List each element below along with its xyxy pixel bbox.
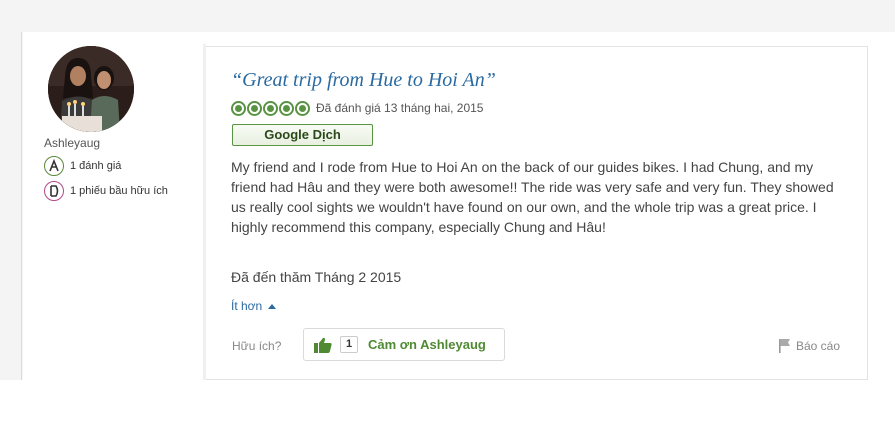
thanks-count: 1 xyxy=(340,336,358,353)
rating-date: Đã đánh giá 13 tháng hai, 2015 xyxy=(316,101,484,115)
caret-up-icon xyxy=(268,303,277,309)
rating-bubble-icon xyxy=(231,100,246,116)
username[interactable]: Ashleyaug xyxy=(44,135,204,151)
rating-bubble-icon xyxy=(279,100,294,116)
review-badge-icon xyxy=(44,156,64,176)
helpful-vote-badge-icon xyxy=(44,181,64,201)
flag-icon xyxy=(779,339,790,353)
show-less-link[interactable]: Ít hơn xyxy=(231,299,277,313)
report-label: Báo cáo xyxy=(796,338,841,353)
left-gutter xyxy=(0,32,22,380)
review-count-text: 1 đánh giá xyxy=(70,160,122,172)
thank-reviewer-button[interactable]: 1 Cảm ơn Ashleyaug xyxy=(303,328,505,361)
helpful-votes-text: 1 phiếu bầu hữu ích xyxy=(70,185,168,197)
show-less-label: Ít hơn xyxy=(231,299,263,313)
rating-bubble-icon xyxy=(247,100,262,116)
rating-row: Đã đánh giá 13 tháng hai, 2015 xyxy=(231,100,483,116)
review-body: My friend and I rode from Hue to Hoi An … xyxy=(231,159,834,235)
member-info: Ashleyaug 1 đánh giá 1 phiếu bầu hữu ích xyxy=(44,46,204,201)
visit-date: Đã đến thăm Tháng 2 2015 xyxy=(231,269,402,285)
avatar[interactable] xyxy=(48,46,134,132)
helpful-label: Hữu ích? xyxy=(232,339,282,353)
review-title[interactable]: “Great trip from Hue to Hoi An” xyxy=(231,69,496,92)
thumbs-up-icon xyxy=(314,337,332,353)
rating-bubble-icon xyxy=(295,100,310,116)
rating-bubble-icon xyxy=(263,100,278,116)
rating-bubbles xyxy=(231,100,311,116)
review-count-badge: 1 đánh giá xyxy=(44,156,204,176)
report-link[interactable]: Báo cáo xyxy=(778,338,840,353)
thanks-label: Cảm ơn Ashleyaug xyxy=(368,337,486,352)
helpful-votes-badge: 1 phiếu bầu hữu ích xyxy=(44,181,204,201)
google-translate-button[interactable]: Google Dịch xyxy=(232,124,373,146)
review-card: “Great trip from Hue to Hoi An” Đã đánh … xyxy=(203,44,868,380)
